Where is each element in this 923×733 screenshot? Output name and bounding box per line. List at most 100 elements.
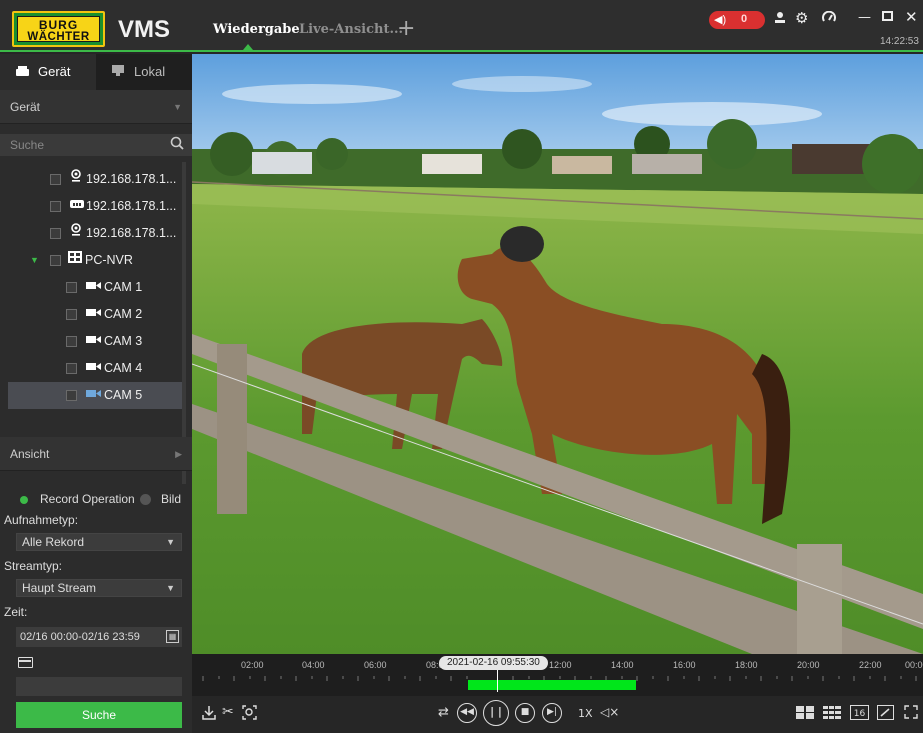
- maximize-icon[interactable]: [882, 10, 893, 25]
- tree-scrollbar[interactable]: [182, 162, 186, 484]
- chevron-right-icon: ▶: [175, 449, 182, 459]
- alarm-badge[interactable]: ◀) 0: [709, 11, 765, 29]
- mute-icon[interactable]: ◁×: [600, 705, 619, 719]
- tree-checkbox[interactable]: [50, 201, 61, 212]
- layout-4-icon[interactable]: [796, 706, 814, 722]
- tree-checkbox[interactable]: [66, 336, 77, 347]
- tree-checkbox[interactable]: [50, 174, 61, 185]
- tree-item-cam-1[interactable]: CAM 1: [0, 274, 192, 301]
- tree-checkbox[interactable]: [50, 255, 61, 266]
- tree-item-label: 192.168.178.1...: [86, 226, 177, 240]
- device-search-input[interactable]: [0, 134, 160, 156]
- video-playback-area[interactable]: [192, 54, 923, 654]
- device-icon: [16, 55, 30, 91]
- sidebar-tab-lokal-label: Lokal: [134, 64, 166, 79]
- logo-line2: WÄCHTER: [27, 31, 90, 43]
- tree-item-cam-5[interactable]: CAM 5: [8, 382, 182, 409]
- timeline-tick: 22:00: [859, 660, 882, 670]
- minimize-icon[interactable]: —: [858, 10, 871, 25]
- card-number-input[interactable]: [16, 677, 182, 696]
- zeit-label: Zeit:: [4, 605, 28, 619]
- tree-checkbox[interactable]: [66, 309, 77, 320]
- tree-item-device-1[interactable]: 192.168.178.1...: [0, 166, 192, 193]
- fullscreen-icon[interactable]: [904, 705, 918, 722]
- alarm-count: 0: [741, 13, 748, 25]
- sidebar: Gerät Lokal Gerät ▼ 192.168.178.1...: [0, 54, 192, 733]
- playback-cursor[interactable]: [497, 668, 498, 692]
- timeline-tick: 04:00: [302, 660, 325, 670]
- monitor-icon: [112, 55, 126, 91]
- tree-item-label: CAM 5: [104, 388, 143, 402]
- rewind-icon[interactable]: ◀◀: [457, 703, 477, 723]
- card-icon[interactable]: [18, 657, 33, 668]
- tree-item-cam-3[interactable]: CAM 3: [0, 328, 192, 355]
- sidebar-tab-lokal[interactable]: Lokal: [96, 54, 192, 90]
- tree-item-label: CAM 3: [104, 334, 143, 348]
- sync-icon[interactable]: ⇄: [438, 705, 449, 720]
- user-icon[interactable]: [774, 11, 786, 28]
- add-tab-icon[interactable]: +: [397, 16, 415, 41]
- layout-16-icon[interactable]: 16: [850, 705, 869, 723]
- view-section-header[interactable]: Ansicht ▶: [0, 437, 192, 471]
- tree-checkbox[interactable]: [66, 390, 77, 401]
- active-tab-indicator: [243, 44, 253, 50]
- nvr-box-icon: [70, 193, 84, 220]
- timeline-tick: 14:00: [611, 660, 634, 670]
- camera-icon: [86, 355, 101, 382]
- tree-item-label: PC-NVR: [85, 253, 133, 267]
- timeline-tick: 12:00: [549, 660, 572, 670]
- tree-item-cam-2[interactable]: CAM 2: [0, 301, 192, 328]
- close-icon[interactable]: ✕: [905, 8, 918, 26]
- recording-segment[interactable]: [468, 680, 636, 690]
- download-icon[interactable]: [202, 705, 216, 723]
- clock: 14:22:53: [880, 36, 919, 47]
- camera-active-icon: [86, 382, 101, 409]
- camera-icon: [86, 301, 101, 328]
- alarm-speaker-icon: ◀): [714, 14, 727, 26]
- custom-layout-icon[interactable]: [877, 705, 894, 723]
- search-button[interactable]: Suche: [16, 702, 182, 728]
- tab-wiedergabe[interactable]: Wiedergabe: [213, 22, 300, 37]
- pause-icon[interactable]: | |: [483, 700, 509, 726]
- sidebar-tab-geraet-label: Gerät: [38, 64, 71, 79]
- tree-item-device-3[interactable]: 192.168.178.1...: [0, 220, 192, 247]
- tree-item-cam-4[interactable]: CAM 4: [0, 355, 192, 382]
- svg-text:16: 16: [854, 709, 866, 719]
- stop-icon[interactable]: ■: [515, 703, 535, 723]
- search-icon[interactable]: [170, 136, 184, 153]
- tree-item-device-2[interactable]: 192.168.178.1...: [0, 193, 192, 220]
- gear-icon[interactable]: ⚙: [795, 9, 808, 27]
- tab-live-ansicht[interactable]: Live-Ansicht...: [299, 22, 403, 37]
- streamtyp-label: Streamtyp:: [4, 559, 63, 573]
- playback-speed[interactable]: 1X: [578, 707, 593, 720]
- header-bar: BURG WÄCHTER VMS Wiedergabe Live-Ansicht…: [0, 0, 923, 52]
- tree-checkbox[interactable]: [66, 363, 77, 374]
- tree-checkbox[interactable]: [66, 282, 77, 293]
- streamtyp-select[interactable]: Haupt Stream ▼: [16, 579, 182, 597]
- camera-pin-icon: [70, 220, 82, 247]
- next-frame-icon[interactable]: ▶|: [542, 703, 562, 723]
- tree-item-label: 192.168.178.1...: [86, 199, 177, 213]
- sidebar-tab-geraet[interactable]: Gerät: [0, 54, 96, 90]
- snapshot-icon[interactable]: [242, 705, 257, 723]
- playback-timeline[interactable]: 02:00 04:00 06:00 08:00 12:00 14:00 16:0…: [192, 654, 923, 696]
- scissors-icon[interactable]: ✂: [222, 704, 234, 720]
- aufnahmetyp-select[interactable]: Alle Rekord ▼: [16, 533, 182, 551]
- record-operation-radio[interactable]: [20, 496, 28, 504]
- app-title: VMS: [118, 16, 171, 43]
- tree-item-label: CAM 2: [104, 307, 143, 321]
- tree-item-pc-nvr[interactable]: ▼ PC-NVR: [0, 247, 192, 274]
- calendar-icon[interactable]: ▦: [166, 630, 179, 643]
- device-section-header[interactable]: Gerät ▼: [0, 90, 192, 124]
- tree-checkbox[interactable]: [50, 228, 61, 239]
- vms-app: BURG WÄCHTER VMS Wiedergabe Live-Ansicht…: [0, 0, 923, 733]
- performance-gauge-icon[interactable]: [822, 10, 836, 27]
- timeline-tick: 02:00: [241, 660, 264, 670]
- timeline-tick: 18:00: [735, 660, 758, 670]
- expand-arrow-icon[interactable]: ▼: [30, 247, 39, 274]
- zeit-range-input[interactable]: 02/16 00:00-02/16 23:59 ▦: [16, 627, 182, 647]
- layout-9-icon[interactable]: [823, 706, 841, 722]
- bild-radio[interactable]: [140, 494, 151, 505]
- camera-pin-icon: [70, 166, 82, 193]
- burg-waechter-logo: BURG WÄCHTER: [12, 11, 105, 47]
